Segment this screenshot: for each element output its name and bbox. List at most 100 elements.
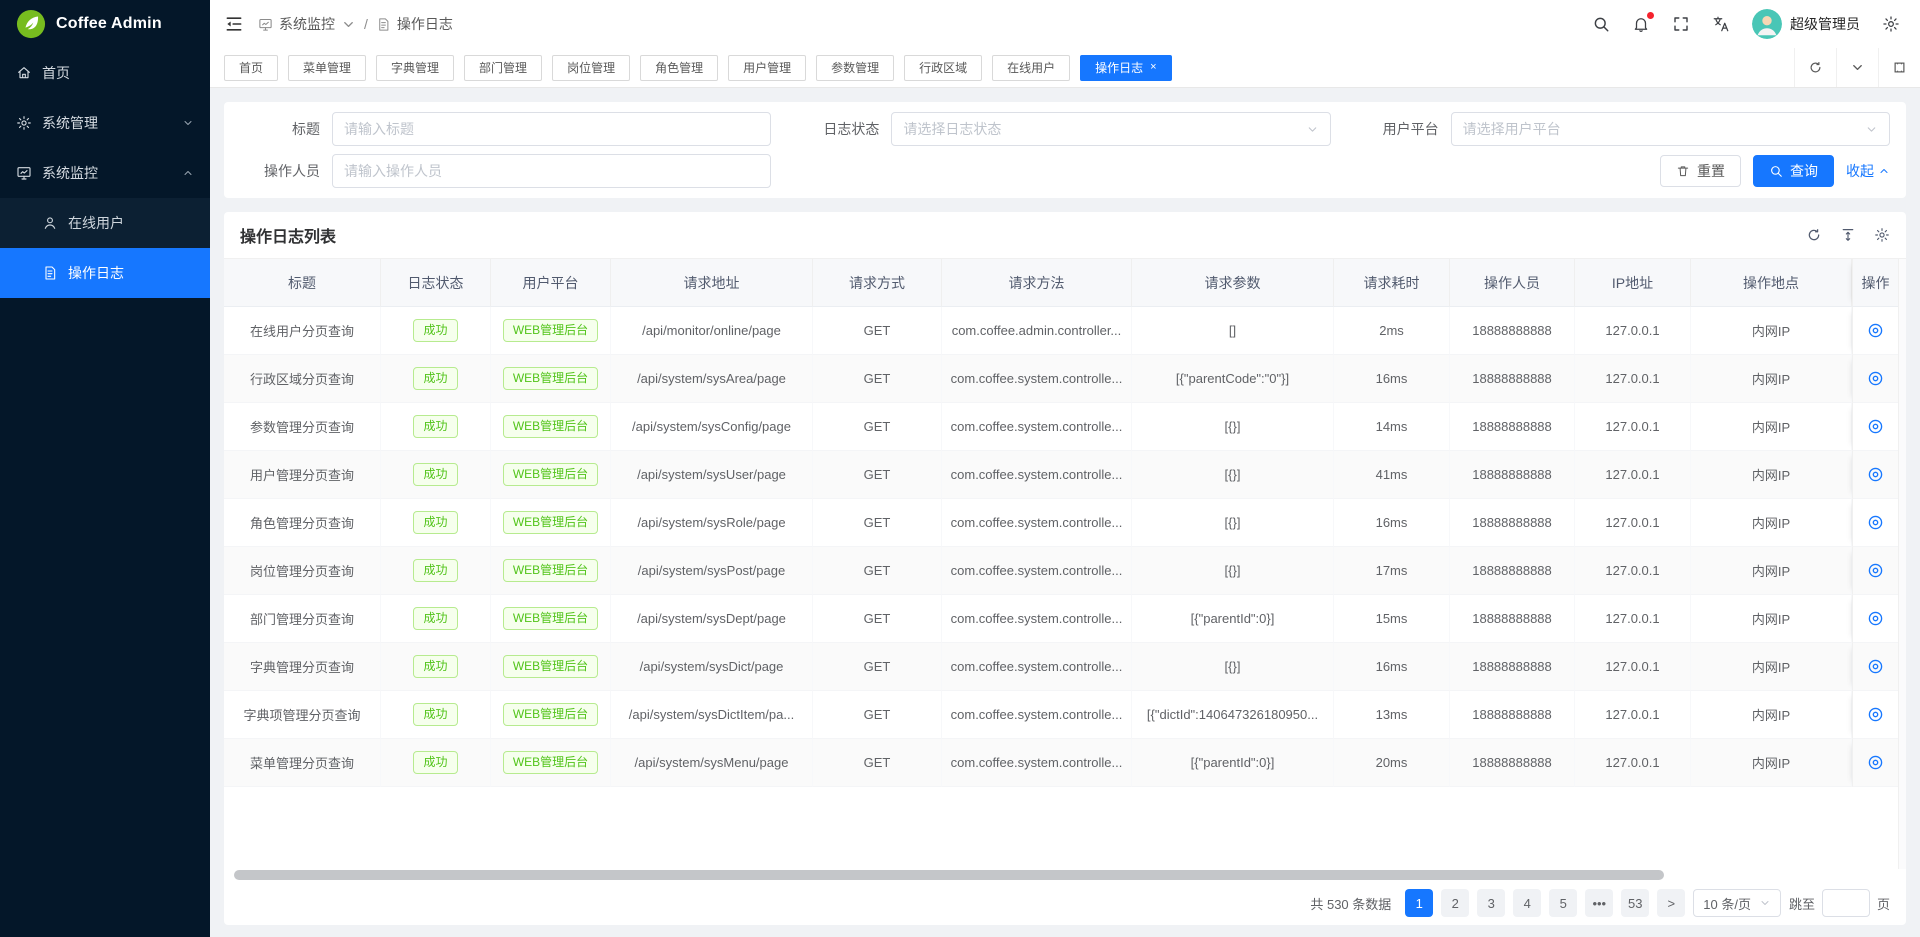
location-cell: 内网IP [1691,739,1852,787]
action-cell [1852,691,1898,739]
tab-list: 首页菜单管理字典管理部门管理 岗位管理 角色管理用户管理 参数管理 行政区域 在线用户 操作… [224,55,1794,81]
status-badge: 成功 [413,655,457,677]
operator-cell: 18888888888 [1450,355,1575,403]
table-row: 部门管理分页查询成功WEB管理后台/api/system/sysDept/pag… [224,595,1898,643]
brand: Coffee Admin [0,0,210,48]
search-button[interactable]: 查询 [1753,155,1834,187]
operator-cell: 18888888888 [1450,451,1575,499]
breadcrumb-item[interactable]: 操作日志 [376,14,453,34]
tab-首页[interactable]: 首页 [224,55,278,81]
tab-岗位管理[interactable]: 岗位管理 [552,55,630,81]
pagination-total: 共 530 条数据 [1310,894,1391,913]
tab-参数管理[interactable]: 参数管理 [816,55,894,81]
page-button[interactable]: 4 [1513,889,1541,917]
ip-cell: 127.0.0.1 [1575,643,1691,691]
user-platform-select[interactable]: 请选择用户平台 [1451,112,1890,146]
page-button[interactable]: 3 [1477,889,1505,917]
platform-cell: WEB管理后台 [491,595,611,643]
collapse-filter-link[interactable]: 收起 [1846,161,1890,181]
view-detail-icon[interactable] [1867,322,1884,339]
func-cell: com.coffee.admin.controller... [942,307,1132,355]
log-status-select[interactable]: 请选择日志状态 [891,112,1330,146]
page-button[interactable]: 53 [1621,889,1649,917]
tab-label: 岗位管理 [567,59,615,76]
breadcrumb-label: 系统监控 [279,14,335,34]
sidebar-item-operation-log[interactable]: 操作日志 [0,248,210,298]
title-input[interactable] [332,112,771,146]
translate-icon[interactable] [1712,15,1730,33]
ip-cell: 127.0.0.1 [1575,403,1691,451]
column-settings-icon[interactable] [1874,227,1890,243]
sidebar-item-home[interactable]: 首页 [0,48,210,98]
horizontal-scrollbar-thumb[interactable] [234,870,1664,880]
view-detail-icon[interactable] [1867,466,1884,483]
tab-角色管理[interactable]: 角色管理 [640,55,718,81]
close-icon[interactable]: × [1150,62,1156,73]
operator-input[interactable] [332,154,771,188]
view-detail-icon[interactable] [1867,418,1884,435]
title-cell: 用户管理分页查询 [224,451,381,499]
platform-cell: WEB管理后台 [491,403,611,451]
page-button[interactable]: 2 [1441,889,1469,917]
table-tools [1806,227,1890,243]
search-icon[interactable] [1592,15,1610,33]
table-body: 在线用户分页查询成功WEB管理后台/api/monitor/online/pag… [224,307,1898,787]
refresh-tab-button[interactable] [1794,48,1836,87]
page-button[interactable]: 1 [1405,889,1433,917]
log-status-placeholder: 请选择日志状态 [903,119,1001,139]
tab-菜单管理[interactable]: 菜单管理 [288,55,366,81]
tab-label: 参数管理 [831,59,879,76]
action-cell [1852,451,1898,499]
view-detail-icon[interactable] [1867,754,1884,771]
platform-badge: WEB管理后台 [503,751,598,773]
title-cell: 岗位管理分页查询 [224,547,381,595]
chevron-down-icon [182,117,194,129]
page-size-select[interactable]: 10 条/页 [1693,889,1781,917]
tab-部门管理[interactable]: 部门管理 [464,55,542,81]
page-button[interactable]: 5 [1549,889,1577,917]
view-detail-icon[interactable] [1867,370,1884,387]
ip-cell: 127.0.0.1 [1575,739,1691,787]
platform-badge: WEB管理后台 [503,319,598,341]
tab-options-button[interactable] [1836,48,1878,87]
sidebar-item-online-users[interactable]: 在线用户 [0,198,210,248]
column-header: 操作 [1852,259,1898,307]
platform-badge: WEB管理后台 [503,511,598,533]
tab-字典管理[interactable]: 字典管理 [376,55,454,81]
params-cell: [{}] [1132,499,1334,547]
filter-actions: 重置 查询 收起 [799,154,1890,188]
next-page-button[interactable]: > [1657,889,1685,917]
filter-operator-field: 操作人员 [240,154,771,188]
jump-page-input[interactable] [1822,889,1870,917]
tab-操作日志[interactable]: 操作日志× [1080,55,1171,81]
user-menu[interactable]: 超级管理员 [1752,9,1860,39]
pagination-ellipsis[interactable]: ••• [1585,889,1613,917]
view-detail-icon[interactable] [1867,514,1884,531]
maximize-content-button[interactable] [1878,48,1920,87]
view-detail-icon[interactable] [1867,658,1884,675]
tab-行政区域[interactable]: 行政区域 [904,55,982,81]
breadcrumb-label: 操作日志 [397,14,453,34]
view-detail-icon[interactable] [1867,706,1884,723]
collapse-sidebar-icon[interactable] [224,14,244,34]
table-row: 在线用户分页查询成功WEB管理后台/api/monitor/online/pag… [224,307,1898,355]
breadcrumb-item[interactable]: 系统监控 [258,14,356,34]
column-header: 标题 [224,259,381,307]
vertical-scrollbar[interactable] [1898,259,1906,869]
breadcrumb-separator: / [364,16,368,32]
bell-icon[interactable] [1632,15,1650,33]
reset-button[interactable]: 重置 [1660,155,1741,187]
refresh-icon [1808,60,1823,75]
tab-在线用户[interactable]: 在线用户 [992,55,1070,81]
view-detail-icon[interactable] [1867,610,1884,627]
ip-cell: 127.0.0.1 [1575,499,1691,547]
sidebar-item-system-management[interactable]: 系统管理 [0,98,210,148]
row-density-icon[interactable] [1840,227,1856,243]
tab-label: 在线用户 [1007,59,1055,76]
refresh-table-icon[interactable] [1806,227,1822,243]
sidebar-item-system-monitor[interactable]: 系统监控 [0,148,210,198]
settings-gear-icon[interactable] [1882,15,1900,33]
fullscreen-icon[interactable] [1672,15,1690,33]
view-detail-icon[interactable] [1867,562,1884,579]
tab-用户管理[interactable]: 用户管理 [728,55,806,81]
